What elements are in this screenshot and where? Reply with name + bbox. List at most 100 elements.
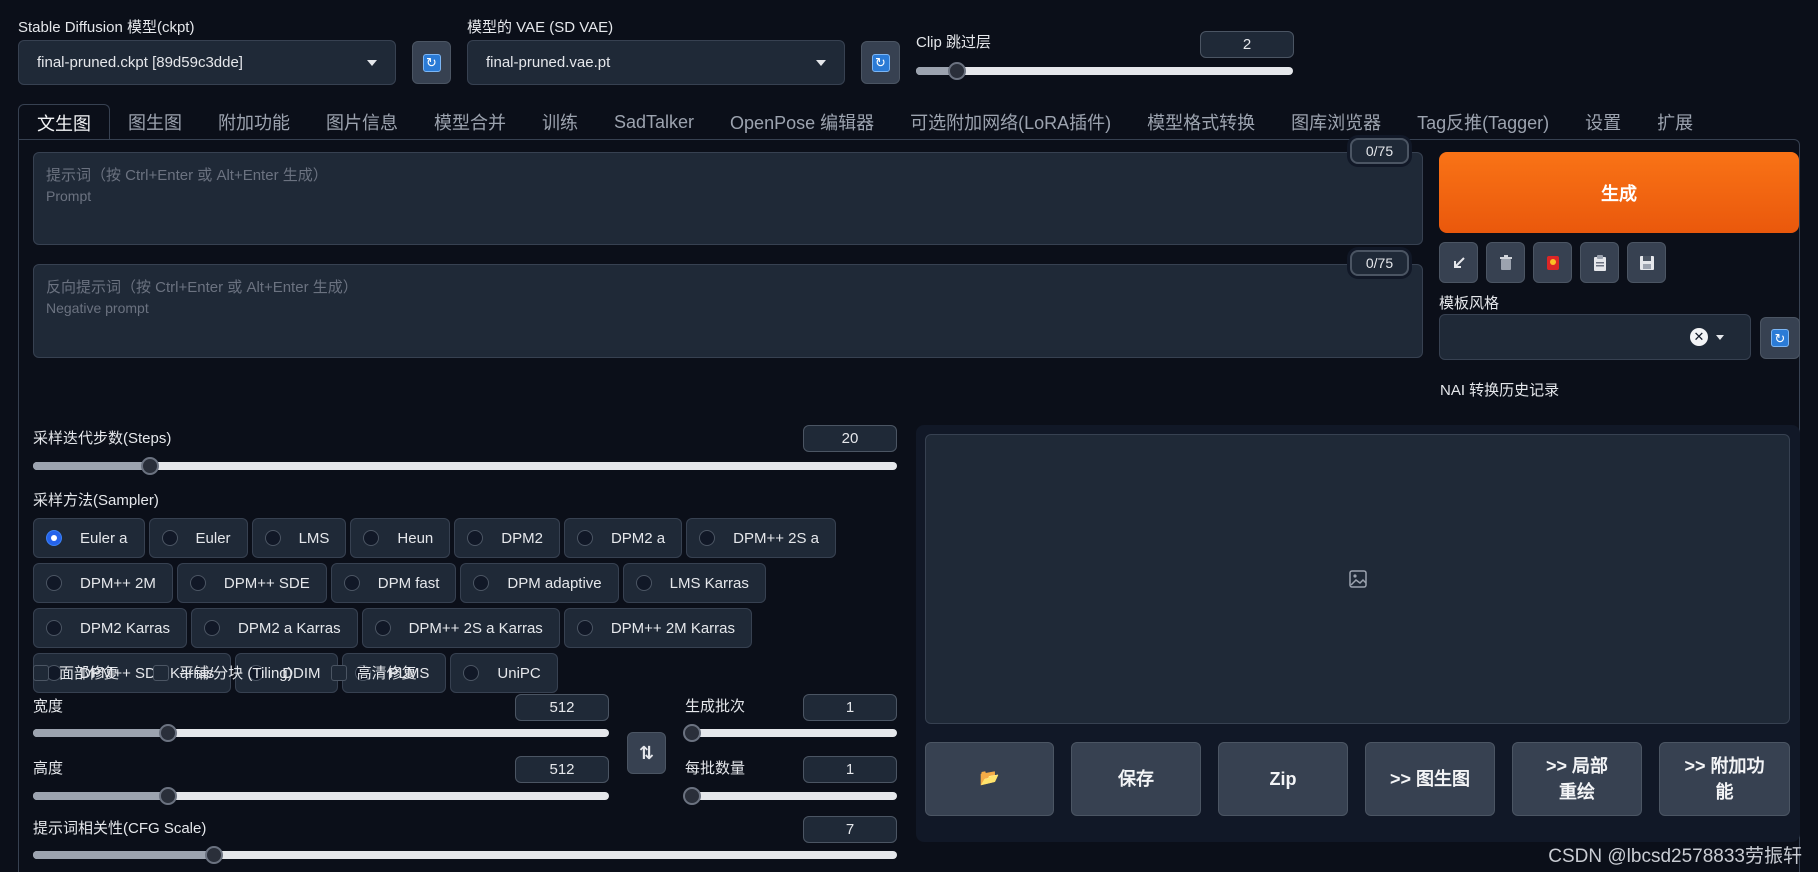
batch-count-input[interactable]: 1	[803, 694, 897, 721]
batch-count-slider[interactable]	[683, 724, 897, 742]
sampler-option-label: DPM2 a	[610, 529, 666, 547]
steps-label: 采样迭代步数(Steps)	[33, 430, 172, 447]
sampler-option[interactable]: DPM++ 2M	[33, 563, 173, 603]
save-button[interactable]: 保存	[1071, 742, 1201, 816]
sampler-option[interactable]: DPM2	[454, 518, 560, 558]
cfg-input[interactable]: 7	[803, 816, 897, 843]
tab-11[interactable]: Tag反推(Tagger)	[1399, 104, 1567, 140]
clear-icon[interactable]: ✕	[1690, 328, 1708, 346]
vae-dropdown[interactable]: final-pruned.vae.pt	[467, 40, 845, 85]
batch-size-slider[interactable]	[683, 787, 897, 805]
style-refresh-button[interactable]: ↻	[1760, 317, 1800, 359]
save-style-button[interactable]	[1627, 242, 1666, 283]
trash-icon	[1499, 254, 1512, 270]
sampler-option-label: DPM++ 2S a	[733, 529, 820, 547]
open-folder-button[interactable]: 📂	[925, 742, 1054, 816]
sampler-option[interactable]: UniPC	[450, 653, 558, 693]
tab-5[interactable]: 训练	[524, 104, 596, 140]
tab-8[interactable]: 可选附加网络(LoRA插件)	[892, 104, 1129, 140]
tab-1[interactable]: 图生图	[110, 104, 200, 140]
ckpt-label: Stable Diffusion 模型(ckpt)	[18, 19, 195, 36]
zip-button[interactable]: Zip	[1218, 742, 1348, 816]
hires-fix-label: 高清修复	[356, 665, 417, 682]
sampler-option[interactable]: Euler a	[33, 518, 145, 558]
radio-dot-icon	[363, 530, 380, 546]
clip-slider[interactable]	[916, 62, 1293, 80]
ckpt-dropdown[interactable]: final-pruned.ckpt [89d59c3dde]	[18, 40, 396, 85]
tab-3[interactable]: 图片信息	[308, 104, 416, 140]
height-slider[interactable]	[33, 787, 609, 805]
sampler-option[interactable]: Euler	[148, 518, 248, 558]
sampler-option[interactable]: Heun	[350, 518, 451, 558]
negative-prompt-input[interactable]: 反向提示词（按 Ctrl+Enter 或 Alt+Enter 生成） Negat…	[33, 264, 1423, 358]
style-dropdown[interactable]: ✕	[1439, 314, 1751, 360]
read-params-button[interactable]	[1439, 242, 1478, 283]
sampler-option[interactable]: DPM++ 2S a	[686, 518, 837, 558]
prompt-input[interactable]: 提示词（按 Ctrl+Enter 或 Alt+Enter 生成） Prompt	[33, 152, 1423, 245]
face-restore-checkbox[interactable]	[33, 664, 49, 681]
tab-0[interactable]: 文生图	[18, 104, 110, 140]
tab-12[interactable]: 设置	[1567, 104, 1639, 140]
steps-slider[interactable]	[33, 457, 897, 475]
radio-dot-icon	[576, 620, 593, 636]
send-to-img2img-button[interactable]: >> 图生图	[1365, 742, 1495, 816]
vae-refresh-button[interactable]: ↻	[861, 41, 900, 84]
hires-fix-checkbox[interactable]	[330, 664, 347, 681]
sampler-option[interactable]: DPM2 Karras	[33, 608, 188, 648]
sampler-option[interactable]: DPM2 a Karras	[191, 608, 358, 648]
radio-dot-icon	[189, 575, 206, 591]
send-to-inpaint-button[interactable]: >> 局部重绘	[1512, 742, 1642, 816]
tab-10[interactable]: 图库浏览器	[1273, 104, 1399, 140]
clear-prompt-button[interactable]	[1486, 242, 1525, 283]
tab-13[interactable]: 扩展	[1639, 104, 1711, 140]
tab-2[interactable]: 附加功能	[200, 104, 308, 140]
height-input[interactable]: 512	[515, 756, 609, 783]
sampler-option[interactable]: DPM adaptive	[460, 563, 619, 603]
sampler-option[interactable]: DPM2 a	[563, 518, 683, 558]
radio-dot-icon	[343, 575, 360, 591]
sampler-option[interactable]: DPM++ 2S a Karras	[361, 608, 560, 648]
width-slider-fill	[33, 729, 169, 737]
radio-dot-icon	[46, 530, 62, 546]
clip-value-input[interactable]: 2	[1200, 31, 1294, 58]
nai-history-label: NAI 转换历史记录	[1440, 382, 1560, 399]
sampler-option[interactable]: LMS	[251, 518, 347, 558]
radio-dot-icon	[473, 575, 490, 591]
folder-icon: 📂	[979, 770, 1000, 787]
sampler-option-label: DPM2 a Karras	[238, 619, 341, 637]
apply-style-button[interactable]	[1580, 242, 1619, 283]
sampler-option[interactable]: DPM fast	[330, 563, 457, 603]
swap-icon: ⇅	[638, 742, 655, 763]
tab-4[interactable]: 模型合并	[416, 104, 524, 140]
vae-value: final-pruned.vae.pt	[486, 54, 611, 71]
ckpt-refresh-button[interactable]: ↻	[412, 41, 451, 84]
sampler-option[interactable]: DPM++ 2M Karras	[563, 608, 753, 648]
tab-6[interactable]: SadTalker	[596, 104, 712, 140]
output-image-area[interactable]	[925, 434, 1790, 724]
width-slider[interactable]	[33, 724, 609, 742]
generate-button[interactable]: 生成	[1439, 152, 1799, 233]
steps-input[interactable]: 20	[803, 425, 897, 452]
sampler-option-label: DPM2 Karras	[80, 619, 171, 637]
radio-dot-icon	[264, 530, 281, 546]
height-slider-fill	[33, 792, 169, 800]
batch-size-input[interactable]: 1	[803, 756, 897, 783]
tab-7[interactable]: OpenPose 编辑器	[712, 104, 892, 140]
batch-count-slider-thumb[interactable]	[683, 724, 701, 742]
swap-dimensions-button[interactable]: ⇅	[627, 732, 666, 774]
radio-dot-icon	[204, 620, 221, 636]
extra-networks-button[interactable]	[1533, 242, 1572, 283]
radio-dot-icon	[576, 530, 593, 546]
width-input[interactable]: 512	[515, 694, 609, 721]
height-label: 高度	[33, 760, 64, 777]
clip-slider-thumb[interactable]	[948, 62, 967, 80]
cfg-slider[interactable]	[33, 846, 897, 864]
tab-9[interactable]: 模型格式转换	[1129, 104, 1273, 140]
sampler-option[interactable]: DPM++ SDE	[176, 563, 327, 603]
negative-placeholder-1: 反向提示词（按 Ctrl+Enter 或 Alt+Enter 生成）	[46, 279, 358, 296]
sampler-option[interactable]: LMS Karras	[622, 563, 766, 603]
steps-slider-thumb[interactable]	[140, 457, 159, 475]
tiling-checkbox[interactable]	[153, 664, 170, 681]
batch-size-slider-thumb[interactable]	[683, 787, 701, 805]
send-to-extras-button[interactable]: >> 附加功能	[1659, 742, 1790, 816]
